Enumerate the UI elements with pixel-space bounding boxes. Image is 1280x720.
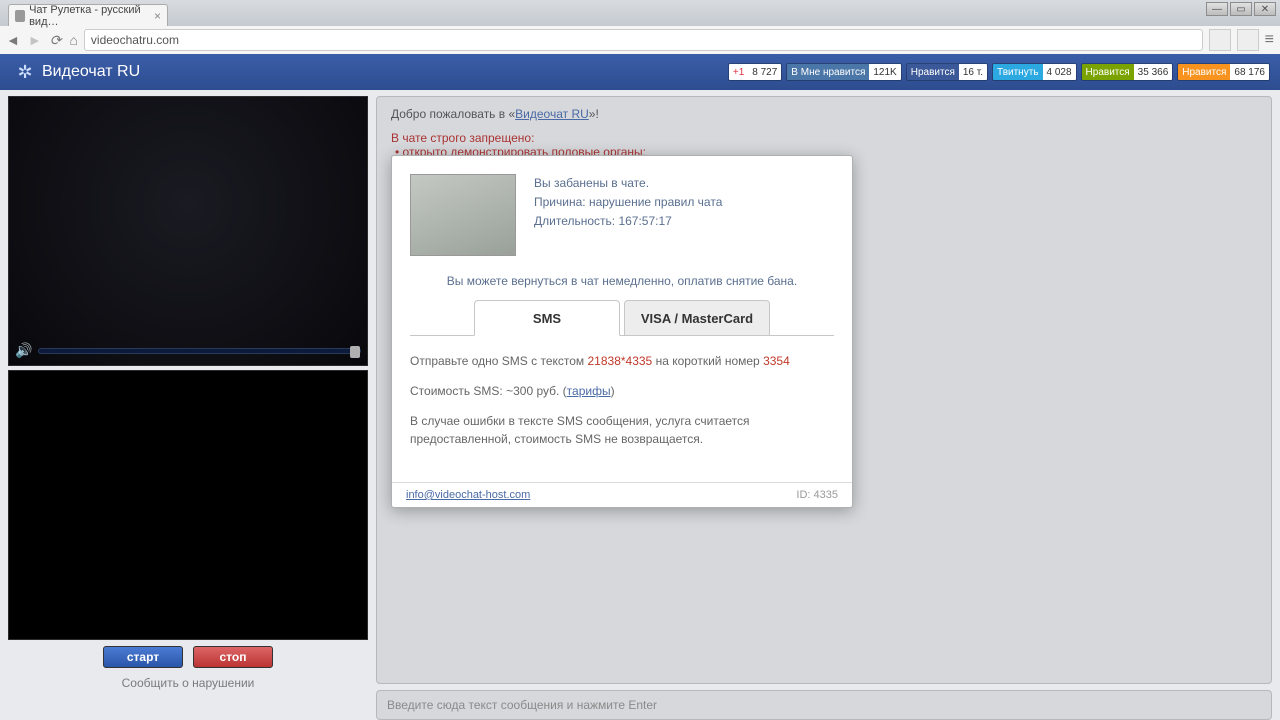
tab-body-sms: Отправьте одно SMS с текстом 21838*4335 …	[410, 335, 834, 472]
address-bar[interactable]: videochatru.com	[84, 29, 1203, 51]
window-close-icon[interactable]: ✕	[1254, 2, 1276, 16]
browser-chrome: Чат Рулетка - русский вид… × — ▭ ✕ ◄ ► ⟳…	[0, 0, 1280, 54]
reload-icon[interactable]: ⟳	[50, 32, 62, 49]
slider-thumb-icon[interactable]	[350, 346, 360, 358]
site-header: ✲ Видеочат RU +18 727 В Мне нравится121K…	[0, 54, 1280, 90]
extension-icon[interactable]	[1237, 29, 1259, 51]
ban-line: Причина: нарушение правил чата	[534, 193, 722, 212]
extension-icons	[1209, 29, 1259, 51]
stranger-video: 🔊	[8, 96, 368, 366]
sms-warning: В случае ошибки в тексте SMS сообщения, …	[410, 412, 834, 448]
vk-button[interactable]: В Мне нравится121K	[786, 63, 901, 81]
logo-icon: ✲	[14, 61, 36, 83]
self-video	[8, 370, 368, 640]
rules-title: В чате строго запрещено:	[391, 131, 1257, 145]
welcome-text: Добро пожаловать в «Видеочат RU»!	[391, 107, 1257, 121]
gplus-button[interactable]: +18 727	[728, 63, 782, 81]
favicon-icon	[15, 10, 25, 22]
stop-button[interactable]: стоп	[193, 646, 273, 668]
ok-button[interactable]: Нравится35 366	[1081, 63, 1174, 81]
ban-snapshot	[410, 174, 516, 256]
left-column: 🔊 старт стоп Сообщить о нарушении	[8, 96, 368, 720]
back-icon[interactable]: ◄	[6, 32, 20, 49]
tab-card[interactable]: VISA / MasterCard	[624, 300, 770, 336]
forward-icon[interactable]: ►	[28, 32, 42, 49]
speaker-icon[interactable]: 🔊	[15, 342, 32, 359]
volume-slider[interactable]	[38, 348, 361, 354]
sms-instruction: Отправьте одно SMS с текстом 21838*4335 …	[410, 352, 834, 370]
right-column: Добро пожаловать в «Видеочат RU»! В чате…	[376, 96, 1272, 720]
od-button[interactable]: Нравится68 176	[1177, 63, 1270, 81]
support-email-link[interactable]: info@videochat-host.com	[406, 489, 530, 501]
window-minimize-icon[interactable]: —	[1206, 2, 1228, 16]
nav-icons: ◄ ► ⟳ ⌂	[6, 32, 78, 49]
app-body: 🔊 старт стоп Сообщить о нарушении Добро …	[0, 90, 1280, 720]
start-button[interactable]: старт	[103, 646, 183, 668]
tab-close-icon[interactable]: ×	[154, 9, 161, 23]
social-strip: +18 727 В Мне нравится121K Нравится16 т.…	[728, 63, 1270, 81]
tariffs-link[interactable]: тарифы	[567, 384, 611, 398]
chat-area: Добро пожаловать в «Видеочат RU»! В чате…	[376, 96, 1272, 684]
extension-icon[interactable]	[1209, 29, 1231, 51]
pay-tabs: SMS VISA / MasterCard	[410, 300, 834, 336]
report-link[interactable]: Сообщить о нарушении	[8, 676, 368, 690]
ban-modal: Вы забанены в чате. Причина: нарушение п…	[391, 155, 853, 508]
return-msg: Вы можете вернуться в чат немедленно, оп…	[410, 274, 834, 288]
tw-button[interactable]: Твитнуть4 028	[992, 63, 1077, 81]
home-icon[interactable]: ⌂	[69, 32, 77, 49]
chat-input[interactable]: Введите сюда текст сообщения и нажмите E…	[376, 690, 1272, 720]
url-text: videochatru.com	[91, 33, 179, 47]
tab-sms[interactable]: SMS	[474, 300, 620, 336]
modal-footer: info@videochat-host.com ID: 4335	[392, 482, 852, 507]
tab-title: Чат Рулетка - русский вид…	[29, 4, 150, 28]
window-controls: — ▭ ✕	[1206, 2, 1276, 16]
controls-row: старт стоп	[8, 646, 368, 668]
chat-input-placeholder: Введите сюда текст сообщения и нажмите E…	[387, 698, 657, 712]
fb-button[interactable]: Нравится16 т.	[906, 63, 988, 81]
menu-icon[interactable]: ≡	[1265, 31, 1274, 49]
welcome-link[interactable]: Видеочат RU	[515, 107, 589, 121]
sms-cost: Стоимость SMS: ~300 руб. (тарифы)	[410, 382, 834, 400]
ban-text: Вы забанены в чате. Причина: нарушение п…	[534, 174, 722, 256]
site-title: Видеочат RU	[42, 63, 140, 81]
ban-line: Вы забанены в чате.	[534, 174, 722, 193]
address-bar-row: ◄ ► ⟳ ⌂ videochatru.com ≡	[0, 26, 1280, 54]
browser-tab[interactable]: Чат Рулетка - русский вид… ×	[8, 4, 168, 26]
tab-strip: Чат Рулетка - русский вид… × — ▭ ✕	[0, 0, 1280, 26]
window-maximize-icon[interactable]: ▭	[1230, 2, 1252, 16]
volume-row: 🔊	[15, 342, 361, 359]
ban-id: ID: 4335	[796, 489, 838, 501]
ban-line: Длительность: 167:57:17	[534, 212, 722, 231]
